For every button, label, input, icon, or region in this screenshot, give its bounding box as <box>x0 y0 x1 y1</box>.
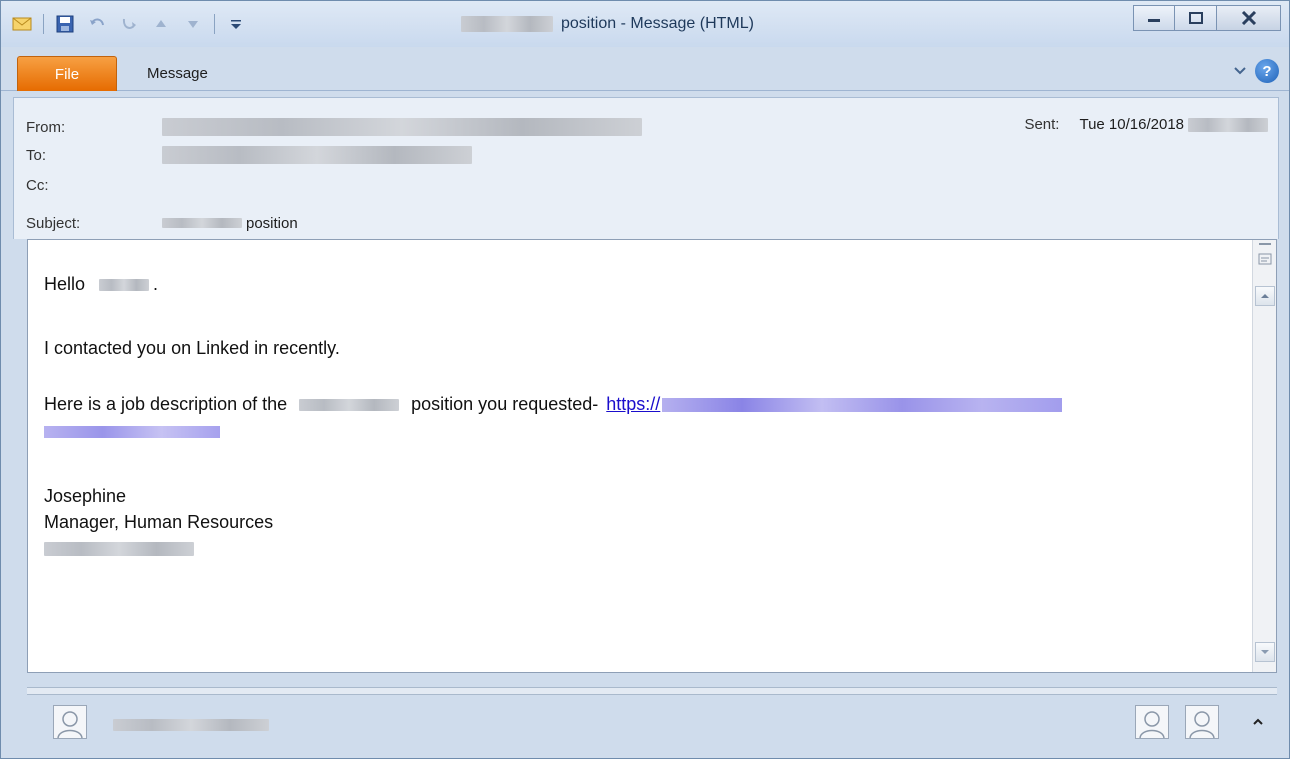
message-body[interactable]: Hello . I contacted you on Linked in rec… <box>27 239 1277 673</box>
greeting-text: Hello <box>44 274 86 294</box>
greeting-line: Hello . <box>44 274 158 295</box>
collapse-people-pane-icon[interactable] <box>1249 715 1267 729</box>
link-continuation[interactable] <box>44 426 220 438</box>
sent-row: Sent: Tue 10/16/2018 <box>1024 116 1268 133</box>
next-item-icon[interactable] <box>182 13 204 35</box>
window-controls <box>1133 5 1281 31</box>
signature-company <box>44 542 194 556</box>
link-text: https:// <box>606 394 661 414</box>
redacted-name <box>99 278 150 291</box>
title-bar: position - Message (HTML) <box>1 1 1289 47</box>
redacted-company <box>44 542 194 556</box>
window-title: position - Message (HTML) <box>461 13 754 35</box>
redo-icon[interactable] <box>118 13 140 35</box>
signature-name: Josephine <box>44 486 127 506</box>
message-header: From: To: Cc: Subject: position Sent: Tu… <box>13 97 1279 239</box>
to-row: To: <box>26 144 472 166</box>
maximize-button[interactable] <box>1175 5 1217 31</box>
people-pane-splitter[interactable] <box>27 687 1277 695</box>
scroll-down-icon <box>1261 650 1269 654</box>
scroll-down-button[interactable] <box>1255 642 1275 662</box>
tab-message[interactable]: Message <box>147 65 208 82</box>
window-title-label: position - Message (HTML) <box>561 15 754 32</box>
cc-label: Cc: <box>26 176 49 194</box>
scroll-up-icon <box>1261 294 1269 298</box>
previous-item-icon[interactable] <box>150 13 172 35</box>
subject-value: position <box>162 215 298 232</box>
redacted-link-url <box>662 397 1063 412</box>
person-icon <box>1189 711 1215 738</box>
save-icon[interactable] <box>54 13 76 35</box>
customize-toolbar-icon[interactable] <box>225 13 247 35</box>
undo-icon[interactable] <box>86 13 108 35</box>
line2-start: Here is a job description of the <box>44 394 288 414</box>
cc-row: Cc: <box>26 174 162 196</box>
from-value[interactable] <box>162 118 642 136</box>
message-window: position - Message (HTML) File Message ? <box>0 0 1290 759</box>
greeting-end: . <box>153 274 159 294</box>
qat-separator <box>214 14 215 34</box>
quick-access-toolbar <box>11 11 247 37</box>
sender-avatar[interactable] <box>53 705 87 739</box>
body-line-2: Here is a job description of the positio… <box>44 394 1063 415</box>
expand-ribbon-icon[interactable] <box>1233 63 1247 79</box>
to-value[interactable] <box>162 146 472 164</box>
ribbon-tabs: File Message ? <box>1 51 1289 91</box>
vertical-scrollbar[interactable] <box>1252 240 1276 672</box>
mail-envelope-icon[interactable] <box>11 13 33 35</box>
qat-separator <box>43 14 44 34</box>
redacted-sender <box>162 118 642 136</box>
ribbon-right-controls: ? <box>1233 59 1279 83</box>
from-row: From: <box>26 116 642 138</box>
redacted-position <box>299 398 400 411</box>
contact-avatar-1[interactable] <box>1135 705 1169 739</box>
minimize-icon <box>1148 19 1160 22</box>
redacted-subject <box>162 218 242 228</box>
contact-avatar-2[interactable] <box>1185 705 1219 739</box>
scroll-up-button[interactable] <box>1255 286 1275 306</box>
line2-mid: position you requested- <box>411 394 599 414</box>
people-pane <box>13 699 1279 755</box>
job-description-link[interactable]: https:// <box>606 394 1063 415</box>
subject-row: Subject: position <box>26 212 298 234</box>
close-icon <box>1241 11 1256 25</box>
redacted-title-text <box>461 16 553 32</box>
redacted-recipient <box>162 146 472 164</box>
signature-title: Manager, Human Resources <box>44 512 274 532</box>
maximize-icon <box>1188 12 1203 24</box>
sent-label: Sent: <box>1024 116 1060 133</box>
person-icon <box>1139 711 1165 738</box>
split-view-icon[interactable] <box>1256 242 1274 268</box>
to-label: To: <box>26 146 47 164</box>
redacted-contact-name <box>113 719 269 731</box>
redacted-sent-time <box>1188 117 1268 132</box>
close-button[interactable] <box>1217 5 1281 31</box>
help-button[interactable]: ? <box>1255 59 1279 83</box>
minimize-button[interactable] <box>1133 5 1175 31</box>
body-line-1: I contacted you on Linked in recently. <box>44 338 340 358</box>
subject-text: position <box>246 214 298 232</box>
from-label: From: <box>26 118 66 136</box>
tab-file[interactable]: File <box>17 56 117 91</box>
subject-label: Subject: <box>26 214 81 232</box>
sent-value: Tue 10/16/2018 <box>1079 116 1184 133</box>
person-icon <box>57 711 83 738</box>
redacted-link-url-continued <box>44 426 220 438</box>
